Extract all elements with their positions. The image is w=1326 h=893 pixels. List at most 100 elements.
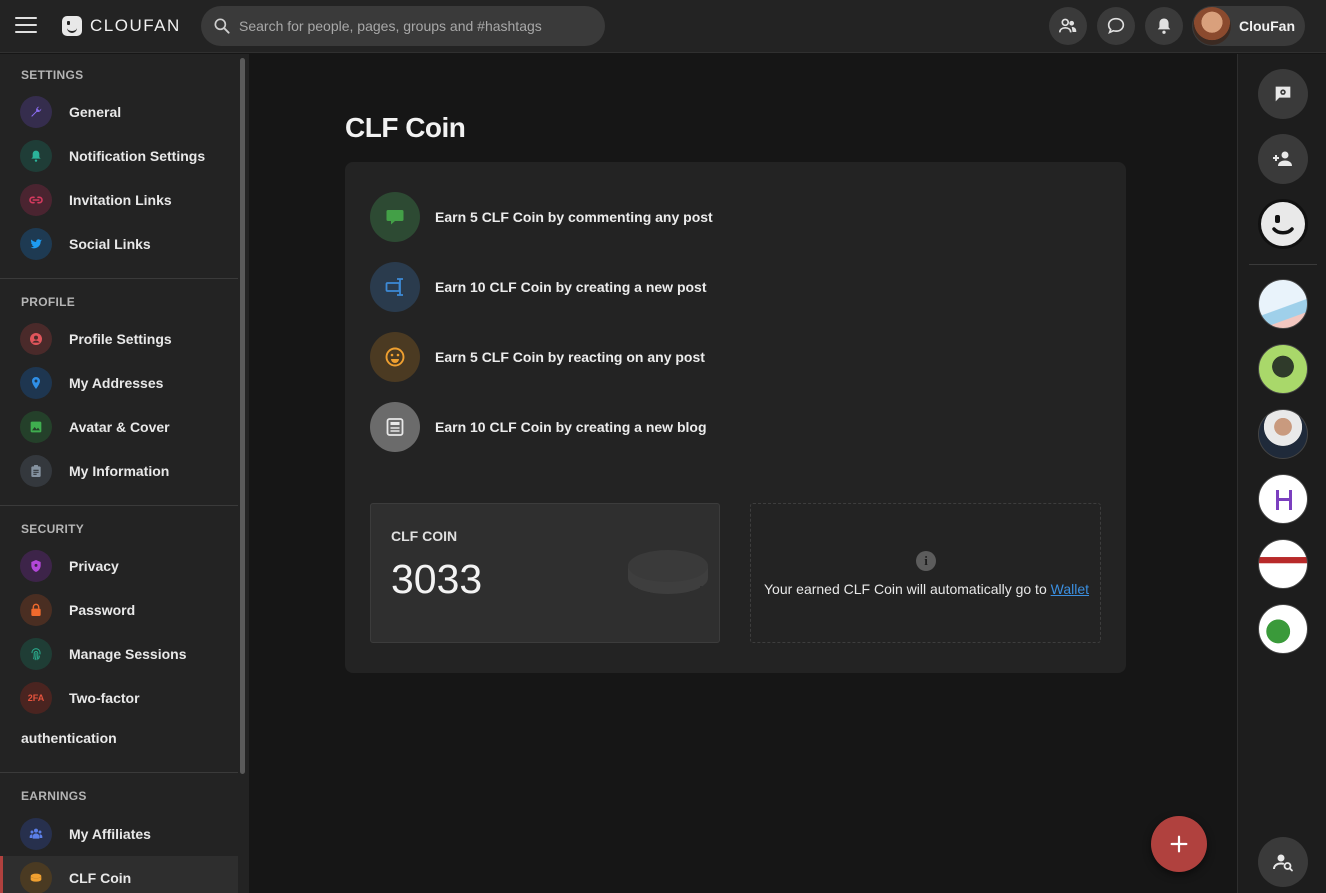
sidebar-item-label: Two-factor [69, 690, 140, 706]
page-title: CLF Coin [345, 112, 466, 143]
sidebar-item-label: CLF Coin [69, 870, 132, 886]
earn-rule-blog: Earn 10 CLF Coin by creating a new blog [370, 402, 707, 452]
sidebar-item-label: Password [69, 602, 136, 618]
chat-settings-icon [1275, 86, 1291, 102]
contact-avatar[interactable] [1258, 409, 1308, 459]
smile-icon [370, 332, 420, 382]
contact-avatar[interactable] [1258, 604, 1308, 654]
wallet-info-box: i Your earned CLF Coin will automaticall… [750, 503, 1101, 643]
sidebar-item-profile-settings[interactable]: Profile Settings [0, 317, 238, 361]
sidebar-item-privacy[interactable]: Privacy [0, 544, 238, 588]
twitter-icon [20, 228, 52, 260]
section-title-security: SECURITY [21, 522, 85, 536]
comment-icon [370, 192, 420, 242]
add-friend-button[interactable] [1258, 134, 1308, 184]
earn-rule-text: Earn 5 CLF Coin by commenting any post [435, 209, 713, 225]
earn-rule-react: Earn 5 CLF Coin by reacting on any post [370, 332, 705, 382]
bell-icon [1157, 18, 1171, 34]
sidebar-item-label: My Information [69, 463, 170, 479]
sidebar-item-social-links[interactable]: Social Links [0, 222, 238, 266]
sidebar-item-label: My Affiliates [69, 826, 151, 842]
sidebar-item-my-addresses[interactable]: My Addresses [0, 361, 238, 405]
two-factor-icon: 2FA [20, 682, 52, 714]
sidebar-item-password[interactable]: Password [0, 588, 238, 632]
contact-avatar[interactable] [1258, 474, 1308, 524]
search-bar [201, 6, 605, 46]
sidebar-item-two-factor[interactable]: 2FA Two-factor [0, 676, 238, 720]
contact-avatar[interactable] [1258, 539, 1308, 589]
wallet-info-message: Your earned CLF Coin will automatically … [763, 581, 1051, 597]
logo[interactable]: CLOUFAN [62, 16, 181, 36]
sidebar-item-label: Manage Sessions [69, 646, 187, 662]
divider [0, 278, 238, 279]
contact-avatar[interactable] [1258, 279, 1308, 329]
location-pin-icon [20, 367, 52, 399]
sidebar-item-manage-sessions[interactable]: Manage Sessions [0, 632, 238, 676]
sidebar-item-notification-settings[interactable]: Notification Settings [0, 134, 238, 178]
sidebar-item-general[interactable]: General [0, 90, 238, 134]
fingerprint-icon [20, 638, 52, 670]
earn-rule-text: Earn 10 CLF Coin by creating a new post [435, 279, 707, 295]
section-title-profile: PROFILE [21, 295, 76, 309]
earn-rule-text: Earn 10 CLF Coin by creating a new blog [435, 419, 707, 435]
find-people-button[interactable] [1258, 837, 1308, 887]
coin-balance-value: 3033 [391, 556, 483, 602]
coin-balance-box: CLF COIN 3033 [370, 503, 720, 643]
chat-settings-button[interactable] [1258, 69, 1308, 119]
logo-mark-icon [62, 16, 82, 36]
bell-ring-icon [20, 140, 52, 172]
menu-icon[interactable] [15, 17, 37, 35]
shield-icon [20, 550, 52, 582]
sidebar-item-my-information[interactable]: My Information [0, 449, 238, 493]
cloufan-page-avatar[interactable] [1258, 199, 1308, 249]
notifications-button[interactable] [1145, 7, 1183, 45]
divider [0, 505, 238, 506]
wallet-link[interactable]: Wallet [1051, 581, 1089, 597]
rail-divider [1249, 264, 1317, 265]
search-icon [214, 18, 230, 34]
logo-text: CLOUFAN [90, 16, 181, 35]
search-input[interactable] [239, 6, 589, 46]
sidebar-item-avatar-cover[interactable]: Avatar & Cover [0, 405, 238, 449]
sidebar-item-label: Invitation Links [69, 192, 172, 208]
sidebar-item-label-continued[interactable]: authentication [21, 730, 117, 746]
sidebar-item-label: Social Links [69, 236, 151, 252]
create-button[interactable] [1151, 816, 1207, 872]
section-title-settings: SETTINGS [21, 68, 84, 82]
group-icon [20, 818, 52, 850]
plus-icon [1170, 835, 1188, 853]
earn-rule-text: Earn 5 CLF Coin by reacting on any post [435, 349, 705, 365]
clf-coin-card: Earn 5 CLF Coin by commenting any post E… [345, 162, 1126, 673]
section-title-earnings: EARNINGS [21, 789, 87, 803]
image-icon [20, 411, 52, 443]
earn-rule-comment: Earn 5 CLF Coin by commenting any post [370, 192, 713, 242]
blog-icon [370, 402, 420, 452]
add-user-icon [1273, 151, 1292, 166]
link-icon [20, 184, 52, 216]
right-rail [1237, 54, 1326, 893]
sidebar-item-label: My Addresses [69, 375, 164, 391]
user-search-icon [1273, 854, 1293, 872]
settings-sidebar: SETTINGS General Notification Settings I… [0, 54, 249, 893]
avatar [1193, 7, 1231, 45]
wallet-info-text: Your earned CLF Coin will automatically … [751, 581, 1102, 597]
sidebar-scrollbar[interactable] [240, 58, 245, 774]
sidebar-item-my-affiliates[interactable]: My Affiliates [0, 812, 238, 856]
friends-button[interactable] [1049, 7, 1087, 45]
sidebar-item-invitation-links[interactable]: Invitation Links [0, 178, 238, 222]
sidebar-item-label: Avatar & Cover [69, 419, 170, 435]
messages-button[interactable] [1097, 7, 1135, 45]
sidebar-item-label: Profile Settings [69, 331, 172, 347]
chat-icon [1107, 17, 1125, 34]
smile-logo-icon [1265, 206, 1301, 242]
info-icon: i [916, 551, 936, 571]
contact-avatar[interactable] [1258, 344, 1308, 394]
lock-icon [20, 594, 52, 626]
clipboard-icon [20, 455, 52, 487]
sidebar-item-clf-coin[interactable]: CLF Coin [0, 856, 238, 893]
user-name: ClouFan [1239, 18, 1295, 34]
post-icon [370, 262, 420, 312]
user-circle-icon [20, 323, 52, 355]
coin-stack-icon [628, 550, 708, 600]
user-menu[interactable]: ClouFan [1192, 6, 1305, 46]
